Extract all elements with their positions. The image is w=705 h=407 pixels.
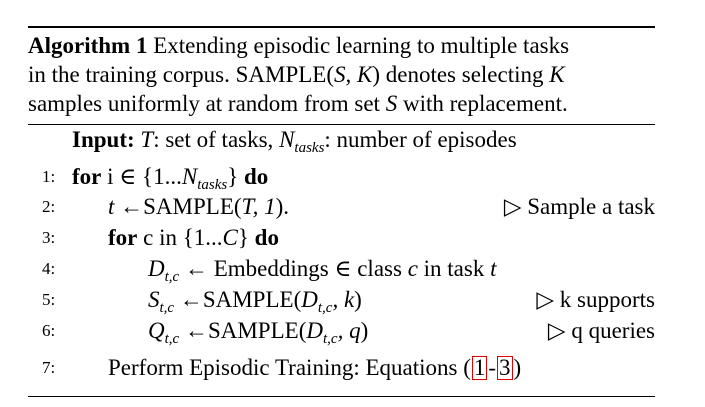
code-text: ←SAMPLE( [174, 287, 302, 312]
math-k: , k [332, 287, 355, 312]
input-label: Input: [72, 127, 135, 152]
line-comment: ▷ k supports [536, 287, 655, 312]
caption-text-2a: in the training corpus. SAMPLE( [28, 62, 334, 87]
code-text: ) [354, 287, 362, 312]
input-n-sub: tasks [294, 140, 325, 156]
equation-ref-link[interactable]: 1 [471, 356, 488, 380]
math-sub: t,c [164, 269, 180, 285]
input-t: T [140, 127, 154, 152]
line-comment: ▷ Sample a task [503, 194, 655, 219]
keyword-for: for [72, 164, 102, 189]
code-text: in task [417, 256, 491, 281]
code-text: ←SAMPLE( [179, 318, 307, 343]
math-sub: t,c [159, 300, 175, 316]
caption-math-k: K [549, 62, 565, 87]
code-text: ) [360, 318, 369, 343]
line-number: 7: [42, 358, 56, 377]
keyword-do: do [243, 164, 269, 189]
algorithm-line-5: 5: St,c ←SAMPLE(Dt,c, k) ▷ k supports [0, 285, 705, 316]
caption-math-sk: S, K [334, 62, 373, 87]
algorithm-line-2: 2: t ←SAMPLE(T, 1). ▷ Sample a task [0, 192, 705, 222]
caption-text-1: Extending episodic learning to multiple … [153, 33, 570, 58]
line-code: for c in {1...C} do [108, 223, 279, 253]
bottom-rule [28, 396, 655, 397]
code-text: ). [275, 194, 290, 219]
caption-line-2: in the training corpus. SAMPLE(S, K) den… [28, 60, 658, 89]
line-number: 6: [42, 321, 56, 340]
input-line: Input: T: set of tasks, Ntasks: number o… [72, 126, 517, 162]
math-t: t [490, 256, 497, 281]
line-code: t ←SAMPLE(T, 1). [108, 192, 289, 222]
line-code: Perform Episodic Training: Equations (1-… [108, 353, 521, 383]
math-sub: t,c [164, 331, 180, 347]
algorithm-label: Algorithm 1 [28, 33, 148, 58]
middle-rule [28, 124, 655, 125]
caption-math-s: S [385, 91, 398, 116]
code-text: ←SAMPLE( [114, 194, 242, 219]
line-number: 2: [42, 197, 56, 216]
math-n: N [181, 164, 198, 189]
code-text: i ∈ {1... [101, 164, 182, 189]
equation-ref-link[interactable]: 3 [497, 356, 513, 380]
algorithm-line-7: 7: Perform Episodic Training: Equations … [0, 353, 705, 383]
top-rule [28, 26, 655, 28]
math-d: D [148, 256, 165, 281]
code-text: ) [513, 355, 522, 380]
math-d: D [306, 318, 323, 343]
math-c: c [407, 256, 418, 281]
code-text: c in {1... [137, 225, 223, 250]
line-number: 1: [42, 167, 56, 186]
code-text: } [227, 164, 244, 189]
keyword-for: for [108, 225, 138, 250]
algorithm-line-1: 1: for i ∈ {1...Ntasks} do [0, 162, 705, 193]
caption-line-3: samples uniformly at random from set S w… [28, 89, 658, 118]
math-sub: t,c [322, 331, 338, 347]
input-n: N [279, 127, 295, 152]
caption-text-3a: samples uniformly at random from set [28, 91, 386, 116]
line-code: Qt,c ←SAMPLE(Dt,c, q) [148, 316, 368, 354]
math-d: D [301, 287, 318, 312]
algorithm-line-6: 6: Qt,c ←SAMPLE(Dt,c, q) ▷ q queries [0, 316, 705, 347]
math-n-sub: tasks [197, 177, 228, 193]
code-text: Perform Episodic Training: Equations ( [108, 355, 471, 380]
algorithm-line-4: 4: Dt,c ← Embeddings ∈ class c in task t [0, 254, 705, 285]
keyword-do: do [254, 225, 279, 250]
math-c: C [222, 225, 238, 250]
math-q-arg: , q [337, 318, 361, 343]
algorithm-line-3: 3: for c in {1...C} do [0, 223, 705, 253]
caption-text-2b: ) denotes selecting [372, 62, 550, 87]
math-sub: t,c [317, 300, 333, 316]
algorithm-caption: Algorithm 1 Extending episodic learning … [28, 31, 658, 118]
code-text: - [488, 355, 497, 380]
line-number: 5: [42, 290, 56, 309]
line-number: 3: [42, 228, 56, 247]
math-q: Q [148, 318, 165, 343]
caption-line-1: Algorithm 1 Extending episodic learning … [28, 31, 658, 60]
input-t-desc: : set of tasks, [153, 127, 280, 152]
input-n-desc: : number of episodes [324, 127, 517, 152]
line-number: 4: [42, 259, 56, 278]
line-comment: ▷ q queries [547, 318, 655, 343]
math-arg: T, 1 [241, 194, 276, 219]
code-text: ← Embeddings ∈ class [179, 256, 408, 281]
caption-text-3b: with replacement. [397, 91, 568, 116]
math-s: S [148, 287, 160, 312]
code-text: } [237, 225, 255, 250]
